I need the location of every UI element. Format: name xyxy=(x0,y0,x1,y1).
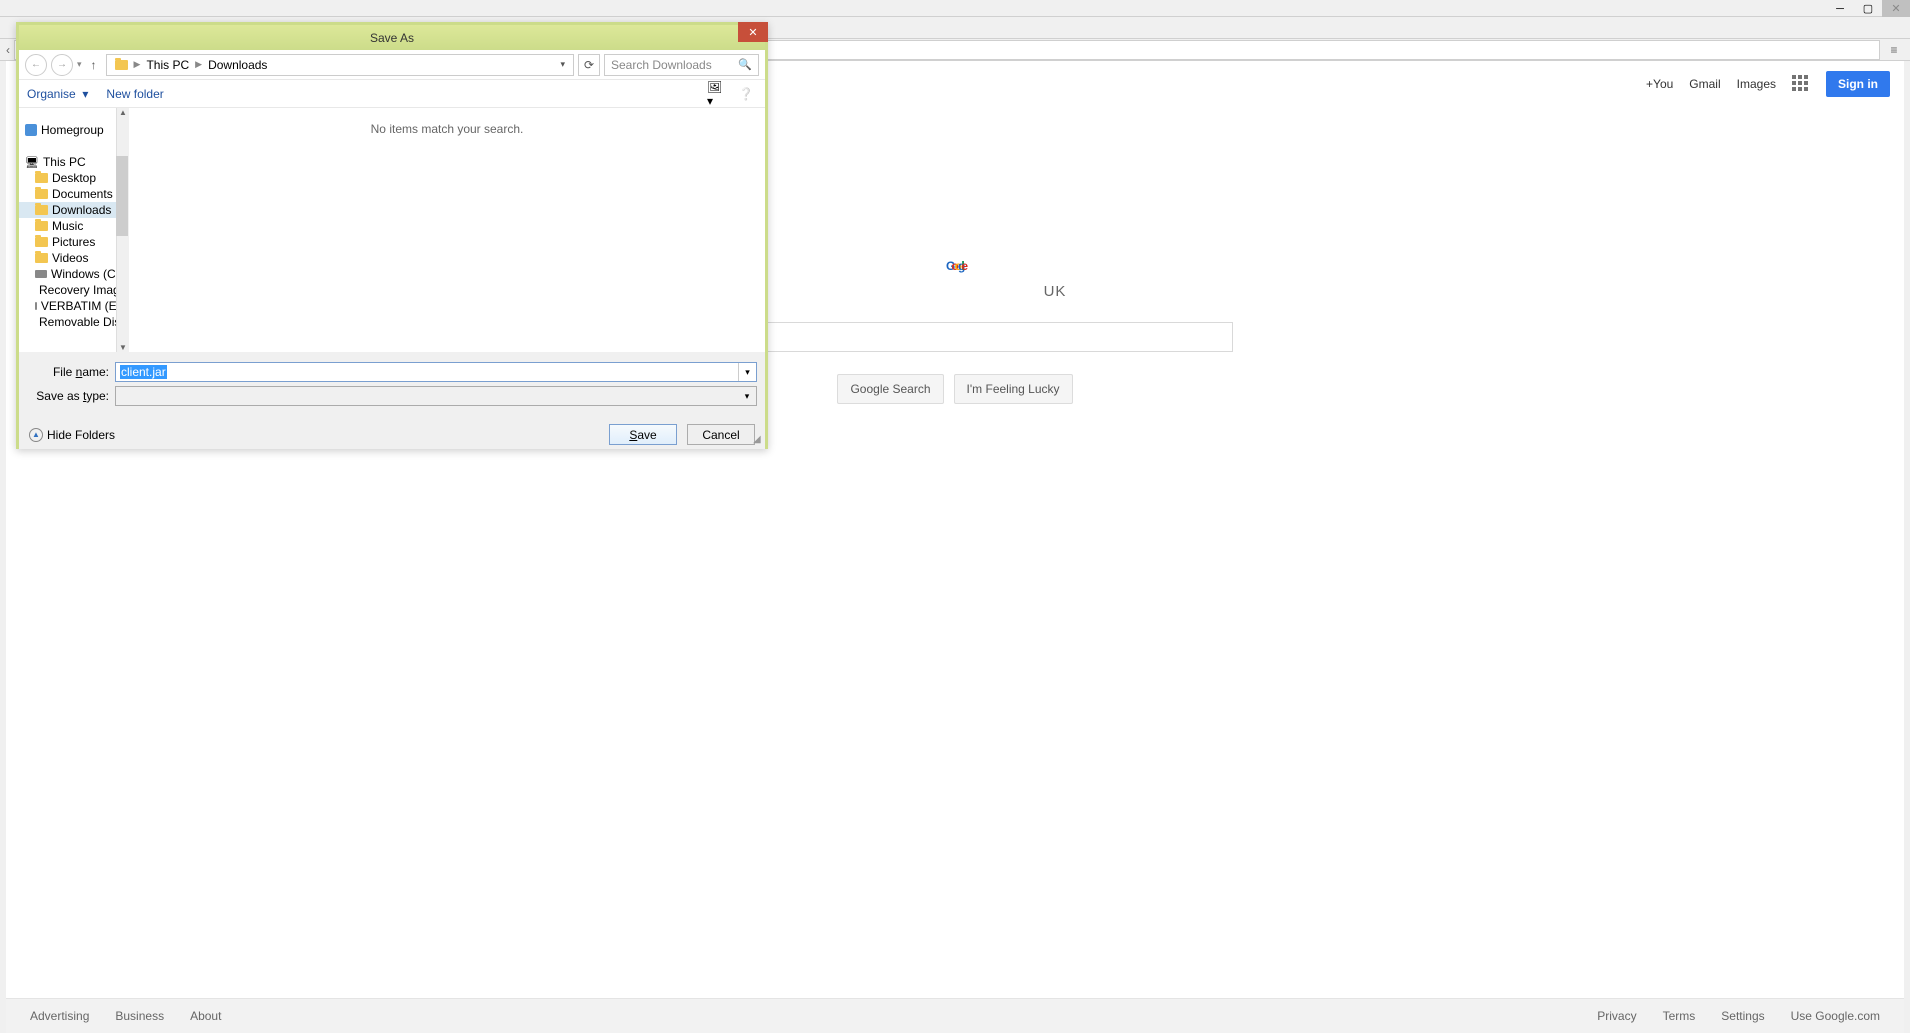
google-header: +You Gmail Images Sign in xyxy=(1646,61,1890,107)
filename-value: client.jar xyxy=(120,365,167,379)
tree-desktop[interactable]: Desktop xyxy=(19,170,128,186)
tree-downloads[interactable]: Downloads xyxy=(19,202,128,218)
footer-terms[interactable]: Terms xyxy=(1663,1009,1696,1023)
dialog-toolbar: Organise ▾ New folder 🖼 ▾ ❔ xyxy=(19,80,765,108)
chevron-right-icon: ▶ xyxy=(193,59,204,70)
tree-homegroup[interactable]: Homegroup xyxy=(19,122,128,138)
google-search-buttons: Google Search I'm Feeling Lucky xyxy=(837,374,1072,404)
dialog-close-button[interactable]: ✕ xyxy=(738,22,768,42)
resize-grip-icon[interactable]: ◢ xyxy=(753,434,763,444)
hide-folders-toggle[interactable]: ▲ Hide Folders xyxy=(29,428,115,442)
filename-input[interactable]: client.jar ▾ xyxy=(115,362,757,382)
tree-verbatim[interactable]: VERBATIM (E:) xyxy=(19,298,128,314)
empty-message: No items match your search. xyxy=(371,122,524,136)
google-logo: Google xyxy=(946,205,964,287)
save-as-dialog: Save As ✕ ← → ▾ ↑ ▶ This PC ▶ Downloads … xyxy=(16,22,768,449)
you-link[interactable]: +You xyxy=(1646,77,1673,91)
feeling-lucky-button[interactable]: I'm Feeling Lucky xyxy=(954,374,1073,404)
organise-menu[interactable]: Organise ▾ xyxy=(27,87,88,101)
filetype-label: Save as type: xyxy=(27,389,115,403)
tree-scrollbar-thumb[interactable] xyxy=(116,156,128,236)
google-locale: UK xyxy=(1044,283,1067,300)
filename-dropdown-icon[interactable]: ▾ xyxy=(738,363,756,381)
minimize-button[interactable] xyxy=(1826,0,1854,17)
os-titlebar xyxy=(0,0,1910,17)
gmail-link[interactable]: Gmail xyxy=(1689,77,1720,91)
tree-videos[interactable]: Videos xyxy=(19,250,128,266)
search-field[interactable]: Search Downloads 🔍 xyxy=(604,54,759,76)
footer-business[interactable]: Business xyxy=(115,1009,164,1023)
save-button[interactable]: Save xyxy=(609,424,677,445)
browser-menu-icon[interactable]: ≡ xyxy=(1884,40,1904,60)
footer-use-google[interactable]: Use Google.com xyxy=(1791,1009,1880,1023)
tree-recovery[interactable]: Recovery Image xyxy=(19,282,128,298)
tree-removable[interactable]: Removable Disk xyxy=(19,314,128,330)
breadcrumb-bar[interactable]: ▶ This PC ▶ Downloads ▾ xyxy=(106,54,574,76)
help-icon[interactable]: ❔ xyxy=(735,83,757,105)
sign-in-button[interactable]: Sign in xyxy=(1826,71,1890,97)
address-chevron: ‹ xyxy=(6,43,10,57)
breadcrumb-downloads[interactable]: Downloads xyxy=(204,58,271,72)
maximize-button[interactable] xyxy=(1854,0,1882,17)
tree-pictures[interactable]: Pictures xyxy=(19,234,128,250)
dialog-nav-bar: ← → ▾ ↑ ▶ This PC ▶ Downloads ▾ ⟳ Search… xyxy=(19,50,765,80)
back-button[interactable]: ← xyxy=(25,54,47,76)
new-folder-button[interactable]: New folder xyxy=(106,87,163,101)
google-search-button[interactable]: Google Search xyxy=(837,374,943,404)
up-button[interactable]: ↑ xyxy=(86,58,102,72)
file-list-area[interactable]: No items match your search. xyxy=(129,108,765,352)
filetype-dropdown-icon[interactable]: ▾ xyxy=(738,387,756,405)
filename-label: File name: xyxy=(27,365,115,379)
google-footer: Advertising Business About Privacy Terms… xyxy=(6,998,1904,1033)
dialog-title: Save As xyxy=(370,31,414,45)
search-icon: 🔍 xyxy=(738,58,752,71)
collapse-icon: ▲ xyxy=(29,428,43,442)
breadcrumb-root-icon[interactable] xyxy=(111,60,132,70)
refresh-button[interactable]: ⟳ xyxy=(578,54,600,76)
chevron-right-icon: ▶ xyxy=(132,59,143,70)
dialog-title-bar[interactable]: Save As ✕ xyxy=(19,25,765,50)
dialog-body: Homegroup This PC Desktop Documents Down… xyxy=(19,108,765,352)
tree-documents[interactable]: Documents xyxy=(19,186,128,202)
folder-tree[interactable]: Homegroup This PC Desktop Documents Down… xyxy=(19,108,129,352)
apps-icon[interactable] xyxy=(1792,75,1810,93)
filetype-select[interactable]: ▾ xyxy=(115,386,757,406)
dialog-fields: File name: client.jar ▾ Save as type: ▾ xyxy=(19,352,765,416)
forward-button[interactable]: → xyxy=(51,54,73,76)
view-mode-icon[interactable]: 🖼 ▾ xyxy=(707,83,729,105)
cancel-button[interactable]: Cancel xyxy=(687,424,755,445)
footer-settings[interactable]: Settings xyxy=(1721,1009,1764,1023)
breadcrumb-thispc[interactable]: This PC xyxy=(142,58,193,72)
footer-advertising[interactable]: Advertising xyxy=(30,1009,89,1023)
footer-about[interactable]: About xyxy=(190,1009,221,1023)
close-window-button[interactable] xyxy=(1882,0,1910,17)
history-dropdown-icon[interactable]: ▾ xyxy=(77,59,82,70)
images-link[interactable]: Images xyxy=(1737,77,1776,91)
search-placeholder: Search Downloads xyxy=(611,58,712,72)
tree-thispc[interactable]: This PC xyxy=(19,154,128,170)
tree-music[interactable]: Music xyxy=(19,218,128,234)
window-controls xyxy=(1826,0,1910,17)
footer-privacy[interactable]: Privacy xyxy=(1597,1009,1636,1023)
breadcrumb-dropdown-icon[interactable]: ▾ xyxy=(556,59,569,70)
tree-windows-c[interactable]: Windows (C:) xyxy=(19,266,128,282)
dialog-button-bar: ▲ Hide Folders Save Cancel xyxy=(19,416,765,449)
